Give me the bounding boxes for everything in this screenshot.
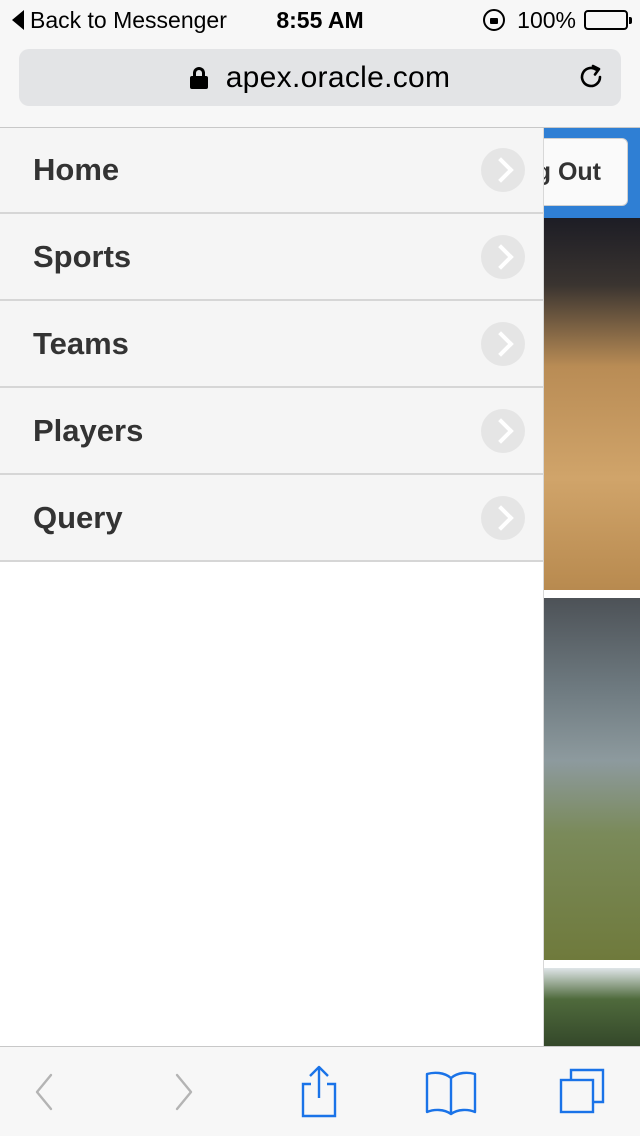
back-arrow-icon (35, 1073, 53, 1111)
trees-photo (543, 968, 640, 1046)
chevron-right-icon (481, 408, 525, 453)
menu-item-label: Query (33, 499, 123, 535)
status-indicators: 100% (483, 6, 632, 34)
forward-button[interactable] (138, 1047, 228, 1136)
menu-item-label: Teams (33, 325, 129, 361)
browser-toolbar (0, 1046, 640, 1136)
basketball-photo (543, 218, 640, 590)
padlock-icon (189, 66, 208, 89)
bookmarks-icon (425, 1071, 477, 1116)
chevron-right-icon (481, 321, 525, 366)
soccer-photo (543, 598, 640, 960)
menu-item-label: Players (33, 412, 144, 448)
bookmarks-button[interactable] (406, 1047, 496, 1136)
chevron-right-icon (481, 148, 525, 192)
share-icon (301, 1065, 337, 1118)
battery-icon (584, 10, 632, 30)
rotation-lock-icon (483, 9, 506, 31)
menu-item-label: Home (33, 152, 120, 187)
address-bar: apex.oracle.com (0, 40, 640, 128)
menu-item-players[interactable]: Players (0, 388, 543, 475)
menu-item-query[interactable]: Query (0, 475, 543, 562)
menu-item-teams[interactable]: Teams (0, 301, 543, 388)
url-field[interactable]: apex.oracle.com (19, 49, 621, 106)
tabs-button[interactable] (538, 1047, 628, 1136)
menu-item-label: Sports (33, 238, 132, 274)
chevron-right-icon (481, 495, 525, 540)
menu-item-sports[interactable]: Sports (0, 214, 543, 301)
tabs-icon (559, 1068, 605, 1114)
back-button[interactable] (0, 1047, 90, 1136)
forward-arrow-icon (175, 1073, 193, 1111)
battery-percentage: 100% (517, 6, 576, 33)
share-button[interactable] (274, 1047, 364, 1136)
reload-icon[interactable] (577, 63, 605, 91)
navigation-menu: Home Sports Teams Players Query (0, 128, 544, 1046)
chevron-right-icon (481, 234, 525, 279)
status-bar: Back to Messenger 8:55 AM 100% (0, 0, 640, 40)
menu-item-home[interactable]: Home (0, 128, 543, 214)
url-text: apex.oracle.com (225, 60, 451, 94)
